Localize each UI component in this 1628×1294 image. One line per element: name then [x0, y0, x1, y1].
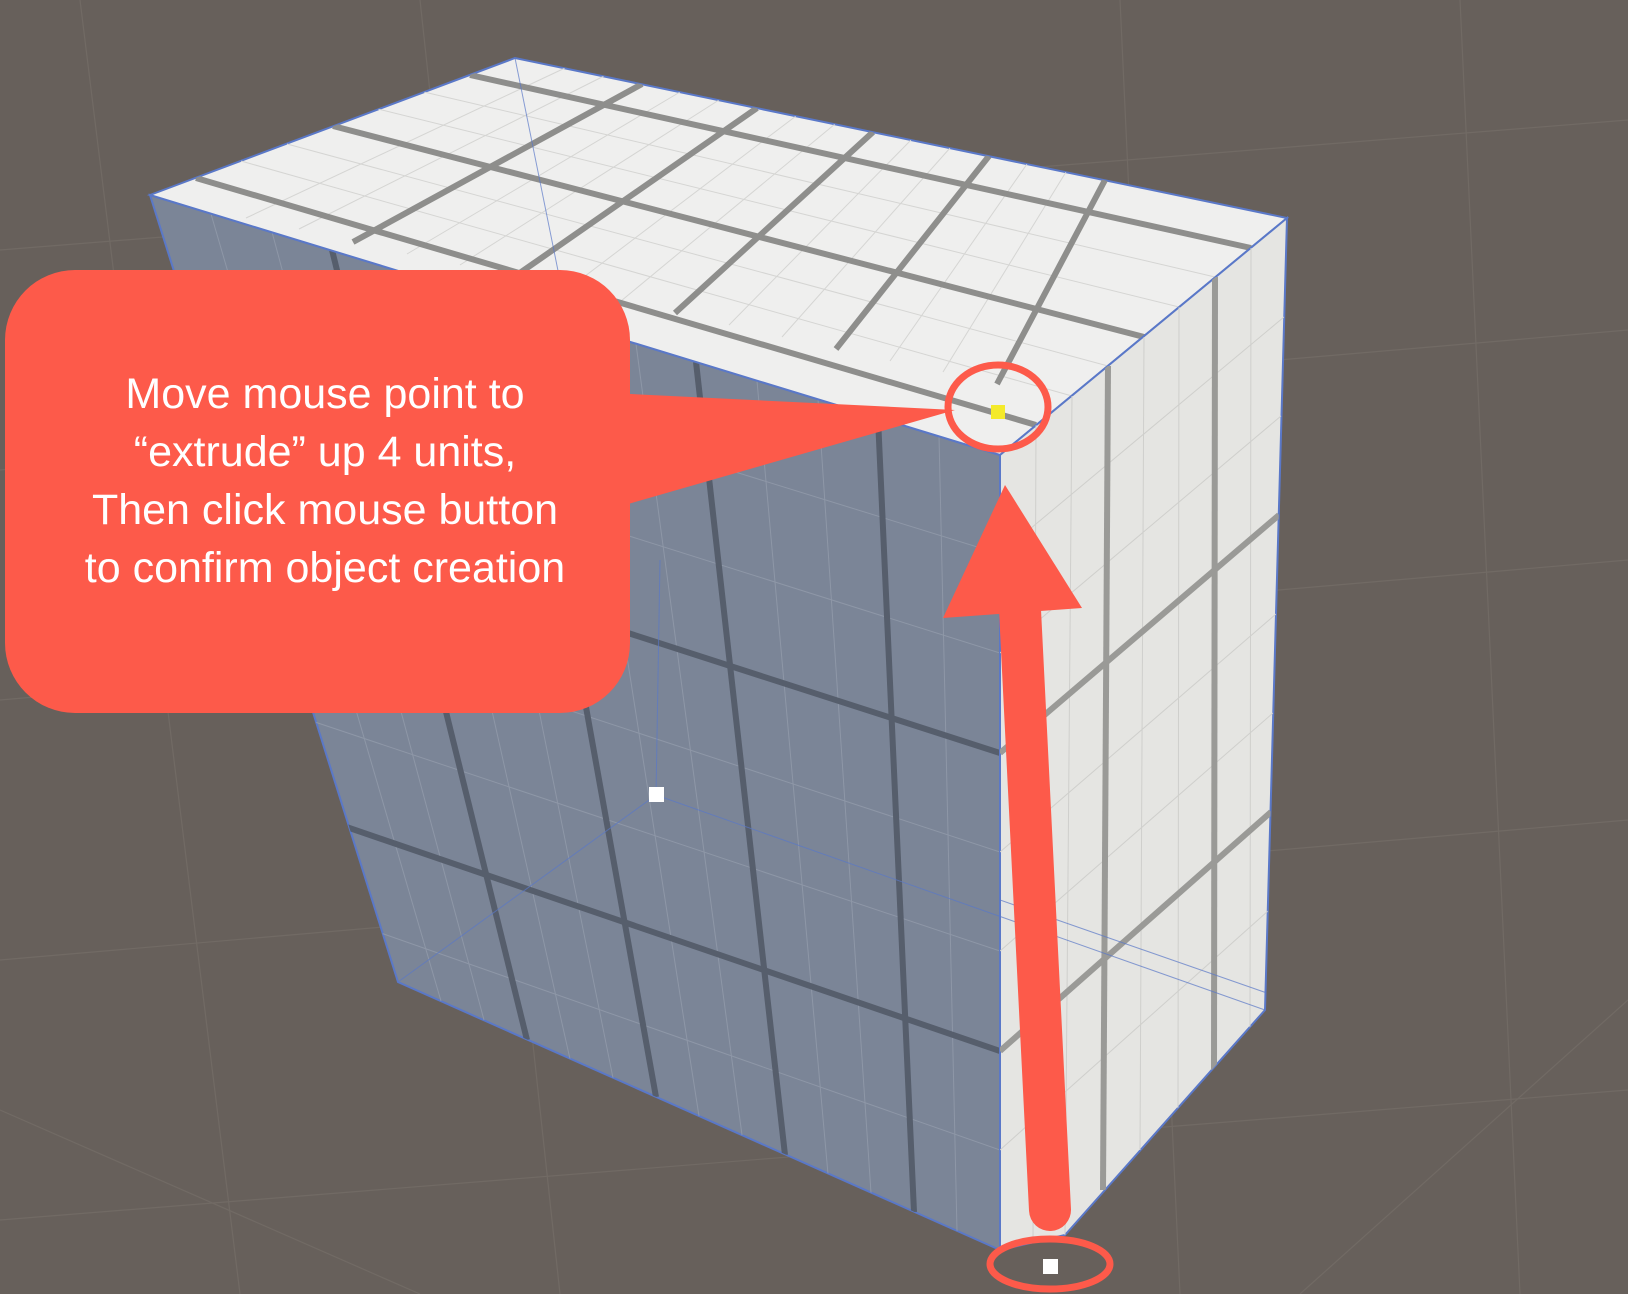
instruction-line: “extrude” up 4 units, — [133, 428, 517, 476]
active-vertex-handle[interactable] — [991, 405, 1005, 419]
scene-canvas[interactable] — [0, 0, 1628, 1294]
instruction-line: Move mouse point to — [125, 370, 525, 418]
center-vertex-handle[interactable] — [649, 787, 664, 802]
instruction-line: Then click mouse button — [91, 486, 559, 534]
instruction-line: to confirm object creation — [84, 544, 566, 592]
instruction-text: Move mouse point to “extrude” up 4 units… — [30, 365, 620, 597]
scene-viewport[interactable]: Move mouse point to “extrude” up 4 units… — [0, 0, 1628, 1294]
base-vertex-handle[interactable] — [1043, 1259, 1058, 1274]
